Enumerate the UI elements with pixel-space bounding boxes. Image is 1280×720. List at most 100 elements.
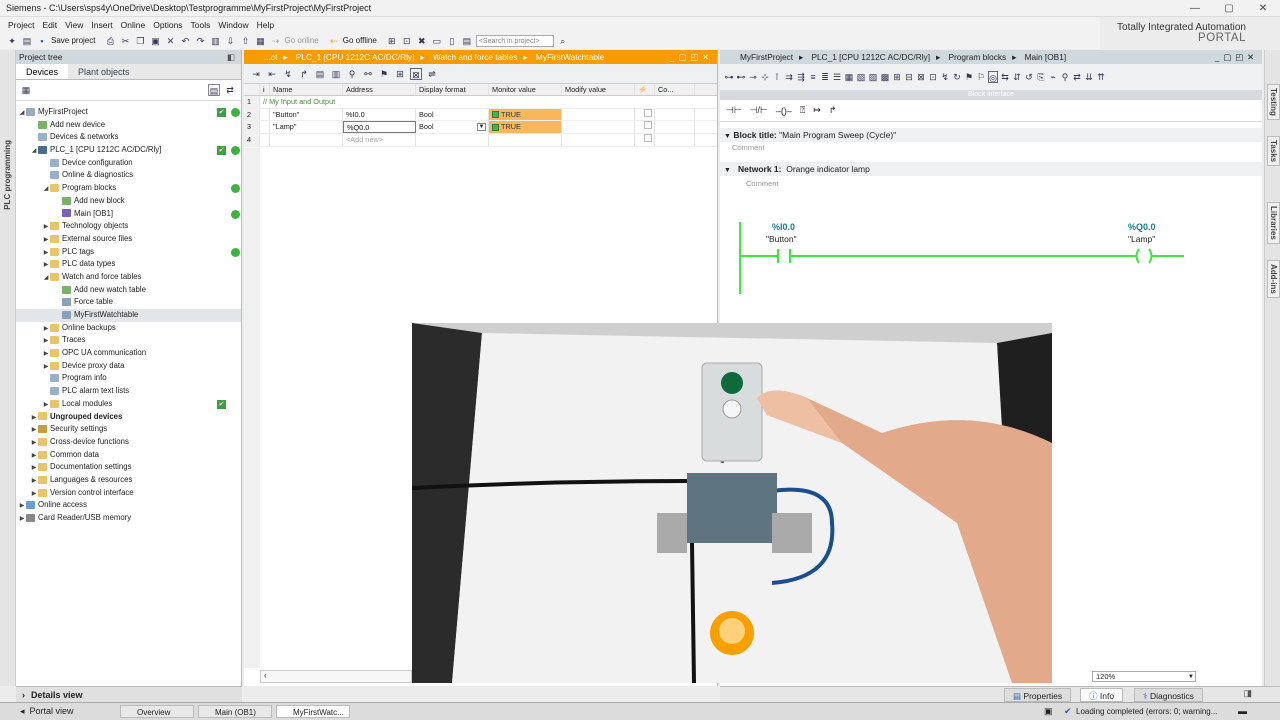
maximize-icon[interactable]: ▢ (1212, 3, 1246, 14)
split-horizontal-icon[interactable]: ▭ (431, 35, 443, 47)
window-controls-icon[interactable]: _▢◰✕ (670, 50, 713, 64)
tree-item[interactable]: Device configuration (16, 157, 241, 170)
collapse-panel-icon[interactable]: ◧ (227, 50, 235, 64)
tree-item[interactable]: Add new block (16, 195, 241, 208)
tree-item[interactable]: ▶ Card Reader/USB memory (16, 512, 241, 525)
download-icon[interactable]: ⇩ (224, 35, 236, 47)
col-comment-header[interactable]: Co... (655, 84, 695, 95)
go-offline-icon[interactable]: ⇠ (328, 35, 340, 47)
menu-window[interactable]: Window (214, 20, 252, 30)
redo-icon[interactable]: ↷ (194, 35, 206, 47)
menu-insert[interactable]: Insert (87, 20, 116, 30)
ladder-tool-27-icon[interactable]: ⎘ (1036, 71, 1046, 83)
status-message[interactable]: Loading completed (errors: 0; warning... (1076, 707, 1217, 716)
format-cell[interactable]: Bool (416, 108, 489, 121)
comment-text[interactable]: // My Input and Output (260, 96, 460, 108)
ladder-tool-1-icon[interactable]: ⊶ (724, 71, 734, 83)
tree-item[interactable]: Online & diagnostics (16, 169, 241, 182)
ladder-tool-17-icon[interactable]: ⊠ (916, 71, 926, 83)
comment-cell[interactable] (655, 108, 695, 121)
block-title-row[interactable]: ▼ Block title: "Main Program Sweep (Cycl… (720, 128, 1262, 142)
tree-item[interactable]: ▶ Traces (16, 334, 241, 347)
ladder-tool-12-icon[interactable]: ▧ (856, 71, 866, 83)
menu-help[interactable]: Help (253, 20, 278, 30)
collapse-inspector-icon[interactable]: ◨ (1243, 688, 1252, 699)
ladder-tool-29-icon[interactable]: ⚲ (1060, 71, 1070, 83)
breadcrumb-program-blocks[interactable]: Program blocks (949, 52, 1007, 62)
tree-item[interactable]: ▶ Security settings (16, 423, 241, 436)
breadcrumb-watch-table[interactable]: MyFirstWatchtable (536, 52, 604, 62)
comment-cell[interactable] (655, 134, 695, 146)
tree-item[interactable]: ▶ Documentation settings (16, 461, 241, 474)
ladder-tool-5-icon[interactable]: ⊺ (772, 71, 782, 83)
col-format-header[interactable]: Display format (416, 84, 489, 95)
tab-diagnostics[interactable]: ⚕ Diagnostics (1134, 688, 1203, 702)
network-title-row[interactable]: ▼ Network 1: Orange indicator lamp (720, 162, 1262, 176)
close-branch-icon[interactable]: ↱ (829, 105, 837, 116)
table-row[interactable]: 2 "Button" %I0.0 Bool TRUE (244, 108, 717, 122)
taskbar-overview[interactable]: Overview (120, 705, 194, 718)
tree-item[interactable]: Devices & networks (16, 131, 241, 144)
ladder-tool-8-icon[interactable]: ≡ (808, 71, 818, 83)
taskbar-watch-table[interactable]: MyFirstWatc... (276, 705, 350, 718)
force-icon[interactable]: ⚲ (346, 68, 358, 80)
modify-icon[interactable]: ↯ (282, 68, 294, 80)
tab-plant-objects[interactable]: Plant objects (68, 64, 140, 79)
tree-item[interactable]: ◢ Watch and force tables (16, 271, 241, 284)
new-project-icon[interactable]: ✦ (6, 35, 18, 47)
tree-item[interactable]: MyFirstWatchtable (16, 309, 241, 322)
menu-edit[interactable]: Edit (38, 20, 61, 30)
ladder-tool-31-icon[interactable]: ⇊ (1084, 71, 1094, 83)
breadcrumb-project[interactable]: ...ct (264, 52, 277, 62)
tree-item[interactable]: ▶ Cross-device functions (16, 436, 241, 449)
simulation-icon[interactable]: ▦ (254, 35, 266, 47)
table-row[interactable]: 4 <Add new> (244, 134, 717, 147)
details-view[interactable]: › Details view (16, 686, 242, 702)
tree-item[interactable]: ▶ Technology objects (16, 220, 241, 233)
minimize-icon[interactable]: — (1178, 3, 1212, 14)
coil-icon[interactable]: –()– (776, 106, 792, 116)
go-online-button[interactable]: Go online (284, 36, 318, 45)
zoom-select[interactable]: 120% ▼ (1092, 671, 1196, 682)
tab-libraries[interactable]: Libraries (1267, 202, 1280, 244)
block-interface-bar[interactable]: Block interface (720, 90, 1262, 100)
tree-item[interactable]: ▶ Local modules ✔ (16, 398, 241, 411)
ladder-tool-16-icon[interactable]: ⊟ (904, 71, 914, 83)
ladder-tool-6-icon[interactable]: ⇉ (784, 71, 794, 83)
tree-item[interactable]: ▶ Ungrouped devices (16, 411, 241, 424)
modify-cell[interactable] (562, 134, 635, 146)
window-layout-icon[interactable]: ▤ (461, 35, 473, 47)
search-input[interactable]: <Search in project> (475, 34, 554, 47)
ladder-tool-2-icon[interactable]: ⊷ (736, 71, 746, 83)
stop-icon[interactable]: ✖ (416, 35, 428, 47)
modify-cell[interactable] (562, 121, 635, 134)
ladder-tool-22-icon[interactable]: ⚐ (976, 71, 986, 83)
menu-options[interactable]: Options (149, 20, 186, 30)
modify-checkbox[interactable] (635, 121, 655, 134)
empty-box-icon[interactable]: ⍰ (800, 105, 805, 116)
nc-contact-icon[interactable]: ⊣/⊢ (750, 105, 768, 116)
monitor-all-icon[interactable]: ▥ (330, 68, 342, 80)
breadcrumb-plc[interactable]: PLC_1 [CPU 1212C AC/DC/Rly] (812, 52, 931, 62)
paste-icon[interactable]: ▣ (149, 35, 161, 47)
sync-icon[interactable]: ⇄ (224, 84, 236, 96)
ladder-tool-13-icon[interactable]: ▨ (868, 71, 878, 83)
tab-devices[interactable]: Devices (16, 64, 69, 79)
table-row[interactable]: 1 // My Input and Output (244, 96, 717, 109)
name-cell[interactable]: "Lamp" (270, 121, 343, 134)
col-monitor-header[interactable]: Monitor value (489, 84, 562, 95)
copy-icon[interactable]: ❐ (134, 35, 146, 47)
ladder-tool-9-icon[interactable]: ≣ (820, 71, 830, 83)
tree-item[interactable]: Force table (16, 296, 241, 309)
menu-online[interactable]: Online (117, 20, 150, 30)
open-branch-icon[interactable]: ↦ (813, 105, 821, 116)
ladder-tool-4-icon[interactable]: ⊹ (760, 71, 770, 83)
collapsed-arrow-icon[interactable]: ▶ (18, 513, 26, 526)
ladder-tool-3-icon[interactable]: ⊸ (748, 71, 758, 83)
ladder-tool-7-icon[interactable]: ⇶ (796, 71, 806, 83)
ladder-tool-28-icon[interactable]: ⌁ (1048, 71, 1058, 83)
print-icon[interactable]: ⎙ (104, 35, 116, 47)
breadcrumb-watch-folder[interactable]: Watch and force tables (433, 52, 518, 62)
horizontal-scrollbar[interactable]: ‹ (260, 670, 412, 683)
expand-details-icon[interactable]: › (22, 690, 25, 700)
